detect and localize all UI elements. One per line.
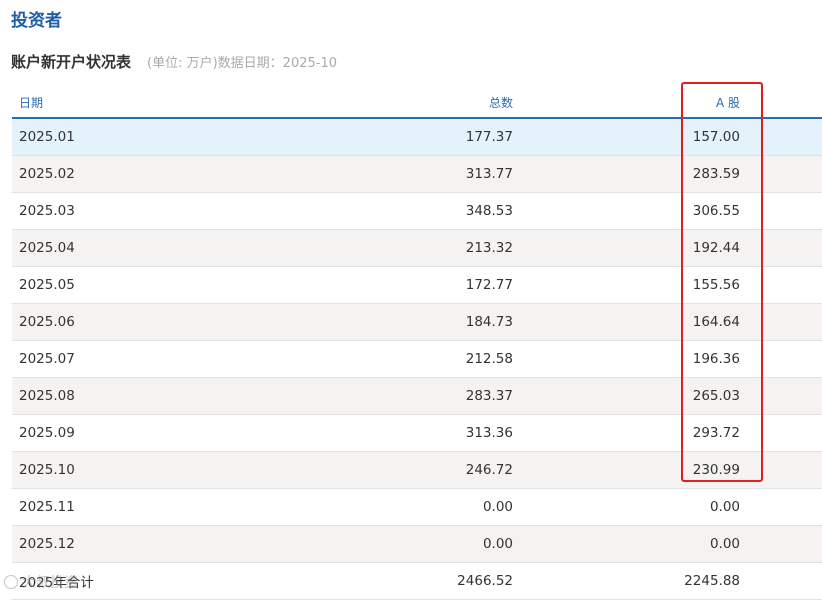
cell-a-share: 196.36 [692,351,740,367]
cell-a-share: 155.56 [692,277,740,293]
cell-a-share: 157.00 [692,129,740,145]
table-row-total[interactable]: 2025年合计 2466.52 2245.88 [12,563,822,600]
column-header-a-share[interactable]: A 股 [716,87,740,117]
cell-total: 313.77 [465,166,513,182]
cell-a-share: 293.72 [692,425,740,441]
cell-a-share: 192.44 [692,240,740,256]
table-row[interactable]: 2025.03 348.53 306.55 [12,193,822,230]
cell-a-share: 164.64 [692,314,740,330]
cell-total: 283.37 [465,388,513,404]
cell-a-share: 0.00 [709,536,740,552]
table-title: 账户新开户状况表 [11,53,132,71]
cell-date: 2025.03 [19,203,75,219]
page: 投资者 账户新开户状况表 (单位: 万户)数据日期：2025-10 日期 总数 … [0,0,822,600]
cell-total: 313.36 [465,425,513,441]
cell-a-share: 306.55 [692,203,740,219]
cell-a-share: 2245.88 [684,573,740,589]
table-row[interactable]: 2025.06 184.73 164.64 [12,304,822,341]
cell-date: 2025.06 [19,314,75,330]
column-header-date[interactable]: 日期 [19,87,43,117]
cell-total: 246.72 [465,462,513,478]
table-row[interactable]: 2025.04 213.32 192.44 [12,230,822,267]
cell-total: 2466.52 [457,573,513,589]
table-note: (单位: 万户)数据日期：2025-10 [147,56,337,71]
cell-a-share: 230.99 [692,462,740,478]
cell-date: 2025.04 [19,240,75,256]
column-header-total[interactable]: 总数 [489,87,513,117]
cell-date: 2025.09 [19,425,75,441]
table-row[interactable]: 2025.11 0.00 0.00 [12,489,822,526]
table-subheader: 账户新开户状况表 (单位: 万户)数据日期：2025-10 [11,51,337,73]
cell-total: 0.00 [482,536,513,552]
cell-date: 2025.02 [19,166,75,182]
table-header-row: 日期 总数 A 股 [12,87,822,119]
cell-date: 2025.05 [19,277,75,293]
cell-date: 2025.12 [19,536,75,552]
table-row[interactable]: 2025.07 212.58 196.36 [12,341,822,378]
cell-date: 2025.01 [19,129,75,145]
table-row[interactable]: 2025.08 283.37 265.03 [12,378,822,415]
cell-date: 2025.07 [19,351,75,367]
cell-a-share: 0.00 [709,499,740,515]
cell-a-share: 265.03 [692,388,740,404]
page-title: 投资者 [11,11,62,31]
cell-date: 2025.11 [19,499,75,515]
cell-total: 172.77 [465,277,513,293]
cell-date: 2025.10 [19,462,75,478]
table-row[interactable]: 2025.09 313.36 293.72 [12,415,822,452]
cell-date: 2025年合计 [19,575,94,591]
cell-total: 184.73 [465,314,513,330]
cell-a-share: 283.59 [692,166,740,182]
table-row[interactable]: 2025.05 172.77 155.56 [12,267,822,304]
new-accounts-table: 日期 总数 A 股 2025.01 177.37 157.00 2025.02 … [12,87,822,600]
table-row[interactable]: 2025.10 246.72 230.99 [12,452,822,489]
cell-total: 177.37 [465,129,513,145]
table-row[interactable]: 2025.02 313.77 283.59 [12,156,822,193]
cell-date: 2025.08 [19,388,75,404]
cell-total: 348.53 [465,203,513,219]
table-row[interactable]: 2025.12 0.00 0.00 [12,526,822,563]
table-row[interactable]: 2025.01 177.37 157.00 [12,119,822,156]
cell-total: 212.58 [465,351,513,367]
cell-total: 213.32 [465,240,513,256]
cell-total: 0.00 [482,499,513,515]
